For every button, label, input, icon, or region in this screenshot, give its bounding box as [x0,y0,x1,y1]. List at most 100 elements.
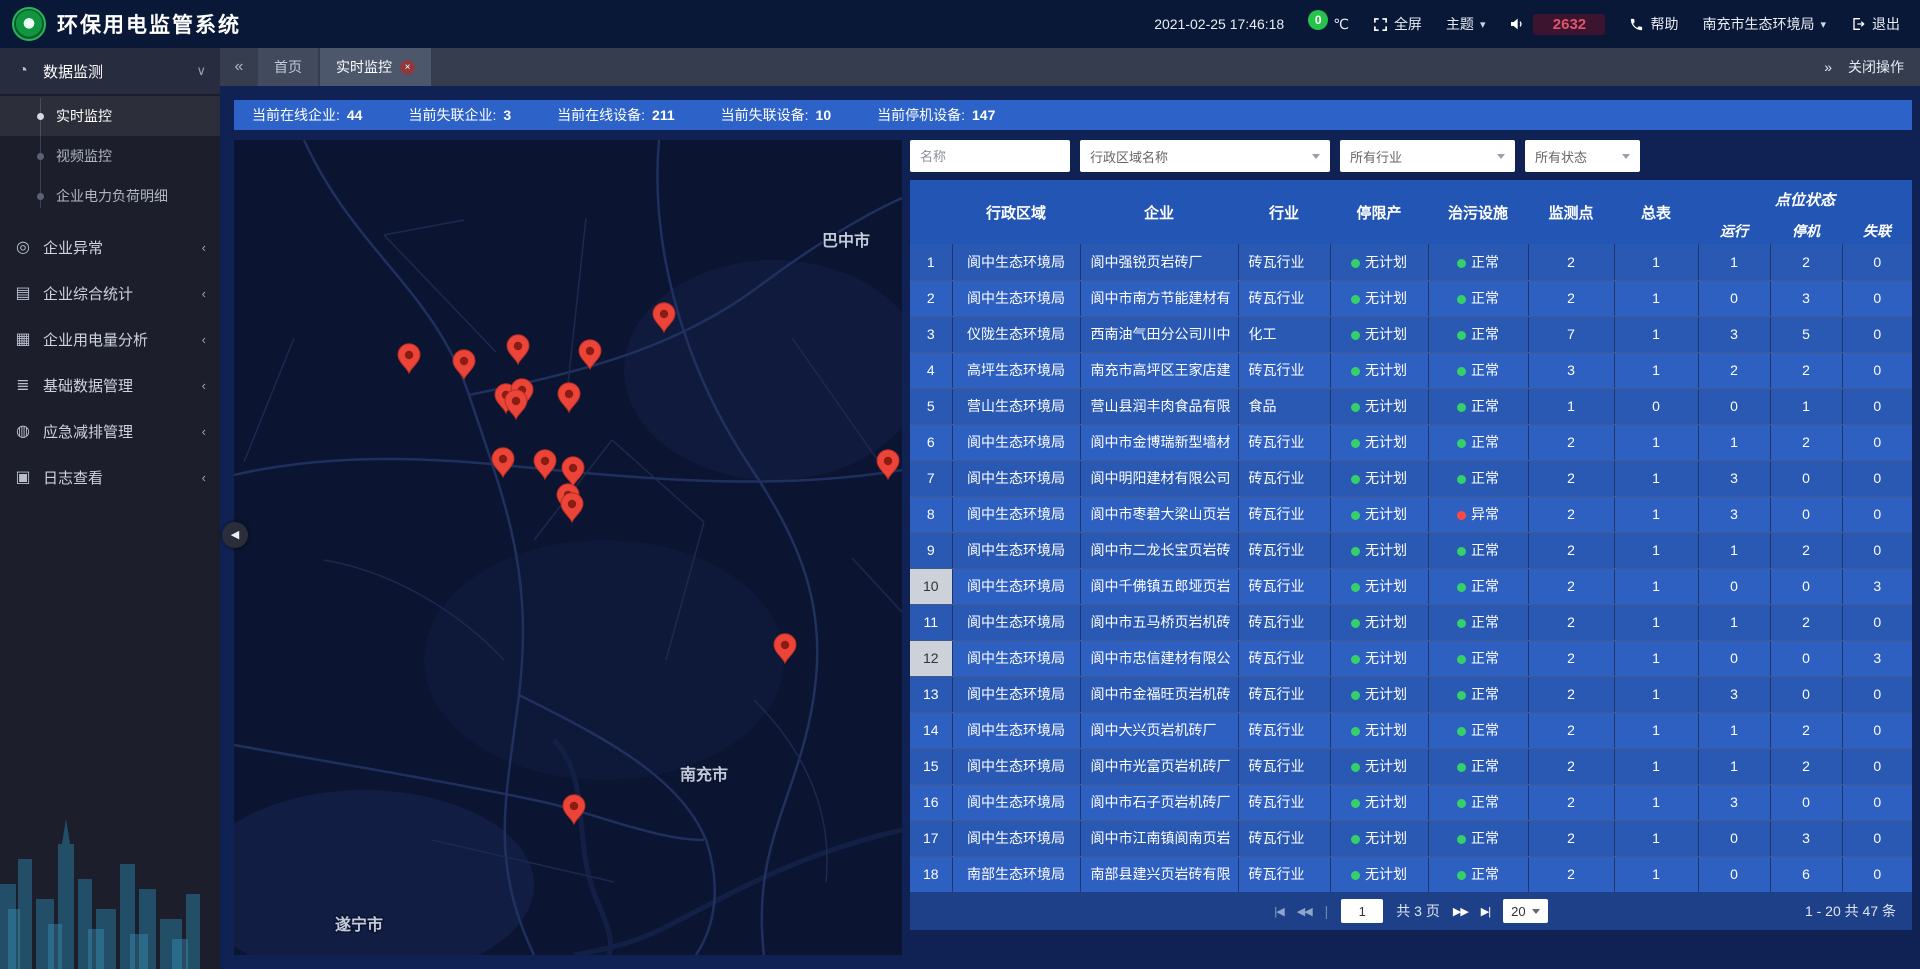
chevron-left-icon: ‹ [202,470,206,485]
cell-industry: 砖瓦行业 [1238,748,1330,784]
table-row[interactable]: 9阆中生态环境局阆中市二龙长宝页岩砖砖瓦行业无计划正常21120 [910,532,1912,568]
cell-monitor-points: 2 [1528,424,1614,460]
table-row[interactable]: 18南部生态环境局南部县建兴页岩砖有限砖瓦行业无计划正常21060 [910,856,1912,892]
last-page-button[interactable]: ▶| [1481,905,1490,918]
table-row[interactable]: 11阆中生态环境局阆中市五马桥页岩机砖砖瓦行业无计划正常21120 [910,604,1912,640]
cell-company: 阆中市江南镇阆南页岩 [1080,820,1238,856]
first-page-button[interactable]: |◀ [1274,905,1283,918]
cell-stopped: 0 [1770,676,1842,712]
tabs: 首页实时监控× [258,48,431,86]
tab-realtime-monitoring[interactable]: 实时监控× [320,48,431,86]
sidebar-item-power-load-detail[interactable]: 企业电力负荷明细 [0,176,220,216]
col-company: 企业 [1080,180,1238,244]
table-row[interactable]: 5营山生态环境局营山县润丰肉食品有限食品无计划正常10010 [910,388,1912,424]
cell-total-meters: 1 [1614,280,1698,316]
top-header: 环保用电监管系统 2021-02-25 17:46:18 0 ℃ 全屏 主题 ▾… [0,0,1920,48]
table-row[interactable]: 12阆中生态环境局阆中市忠信建材有限公砖瓦行业无计划正常21003 [910,640,1912,676]
tabs-scroll-right-button[interactable]: » [1824,59,1832,75]
help-label: 帮助 [1650,14,1678,34]
cell-stopped: 0 [1770,496,1842,532]
theme-menu[interactable]: 主题 ▾ [1446,14,1486,34]
next-page-button[interactable]: ▶▶ [1453,905,1468,918]
table-row[interactable]: 7阆中生态环境局阆中明阳建材有限公司砖瓦行业无计划正常21300 [910,460,1912,496]
skyline-decoration [0,789,220,969]
page-number-input[interactable] [1341,899,1383,923]
status-filter-value: 所有状态 [1535,147,1587,166]
sidebar-group-log-view[interactable]: ▣日志查看‹ [0,454,220,500]
page-size-select[interactable]: 20 [1503,899,1547,923]
close-icon[interactable]: × [400,60,415,75]
region-filter-select[interactable]: 行政区域名称 [1080,140,1330,172]
table-row[interactable]: 13阆中生态环境局阆中市金福旺页岩机砖砖瓦行业无计划正常21300 [910,676,1912,712]
logout-button[interactable]: 退出 [1850,14,1900,34]
green-status-dot-icon [1351,547,1360,556]
map-city-label: 巴中市 [822,231,870,250]
table-row[interactable]: 17阆中生态环境局阆中市江南镇阆南页岩砖瓦行业无计划正常21030 [910,820,1912,856]
cell-industry: 砖瓦行业 [1238,676,1330,712]
brand: 环保用电监管系统 [12,7,241,41]
alarm-indicator[interactable]: 2632 [1509,14,1605,35]
cell-stop-status: 无计划 [1330,280,1428,316]
sidebar-group-electricity-analysis[interactable]: ▦企业用电量分析‹ [0,316,220,362]
cell-offline: 0 [1842,496,1912,532]
stat-item: 当前在线设备:211 [557,105,674,125]
cell-monitor-points: 2 [1528,712,1614,748]
cell-total-meters: 1 [1614,748,1698,784]
org-menu[interactable]: 南充市生态环境局 ▾ [1702,14,1826,34]
cell-running: 3 [1698,784,1770,820]
cell-company: 阆中市金福旺页岩机砖 [1080,676,1238,712]
sidebar-group-basic-data[interactable]: ≣基础数据管理‹ [0,362,220,408]
cell-total-meters: 1 [1614,604,1698,640]
green-status-dot-icon [1457,799,1466,808]
cell-company: 阆中明阳建材有限公司 [1080,460,1238,496]
sidebar-group-enterprise-abnormal[interactable]: ◎企业异常‹ [0,224,220,270]
fullscreen-button[interactable]: 全屏 [1373,14,1422,34]
map-panel[interactable]: 巴中市南充市遂宁市 ◀ [234,140,902,955]
table-row[interactable]: 15阆中生态环境局阆中市光富页岩机砖厂砖瓦行业无计划正常21120 [910,748,1912,784]
cell-industry: 砖瓦行业 [1238,532,1330,568]
cell-facility-status: 正常 [1428,748,1528,784]
cell-offline: 0 [1842,712,1912,748]
green-status-dot-icon [1351,727,1360,736]
status-filter-select[interactable]: 所有状态 [1525,140,1640,172]
industry-filter-select[interactable]: 所有行业 [1340,140,1515,172]
name-filter-input[interactable] [910,140,1070,172]
sidebar-group-data-monitoring[interactable]: ◔数据监测∨ [0,48,220,94]
sidebar-group-label: 数据监测 [43,61,103,82]
sidebar-item-label: 视频监控 [56,146,112,166]
table-row[interactable]: 2阆中生态环境局阆中市南方节能建材有砖瓦行业无计划正常21030 [910,280,1912,316]
sidebar-group-enterprise-statistics[interactable]: ▤企业综合统计‹ [0,270,220,316]
sidebar-item-video-monitoring[interactable]: 视频监控 [0,136,220,176]
cell-facility-status: 正常 [1428,568,1528,604]
table-row[interactable]: 4高坪生态环境局南充市高坪区王家店建砖瓦行业无计划正常31220 [910,352,1912,388]
cell-facility-status: 正常 [1428,352,1528,388]
sidebar-item-realtime-monitoring[interactable]: 实时监控 [0,96,220,136]
green-status-dot-icon [1351,619,1360,628]
cell-running: 0 [1698,820,1770,856]
table-row[interactable]: 14阆中生态环境局阆中大兴页岩机砖厂砖瓦行业无计划正常21120 [910,712,1912,748]
close-operations-button[interactable]: 关闭操作 [1848,57,1904,77]
tab-home[interactable]: 首页 [258,48,318,86]
green-status-dot-icon [1351,439,1360,448]
table-row[interactable]: 10阆中生态环境局阆中千佛镇五郎垭页岩砖瓦行业无计划正常21003 [910,568,1912,604]
table-row[interactable]: 1阆中生态环境局阆中强锐页岩砖厂砖瓦行业无计划正常21120 [910,244,1912,280]
tabs-scroll-left-button[interactable]: « [220,48,258,86]
sidebar-menu: ◔数据监测∨实时监控视频监控企业电力负荷明细 ◎企业异常‹▤企业综合统计‹▦企业用… [0,48,220,500]
help-button[interactable]: 帮助 [1629,14,1678,34]
prev-page-button[interactable]: ◀◀ [1297,905,1312,918]
cell-company: 西南油气田分公司川中 [1080,316,1238,352]
map-canvas[interactable]: 巴中市南充市遂宁市 [234,140,902,955]
cell-running: 0 [1698,856,1770,892]
green-status-dot-icon [1457,619,1466,628]
cell-total-meters: 0 [1614,388,1698,424]
table-row[interactable]: 8阆中生态环境局阆中市枣碧大梁山页岩砖瓦行业无计划异常21300 [910,496,1912,532]
table-row[interactable]: 6阆中生态环境局阆中市金博瑞新型墙材砖瓦行业无计划正常21120 [910,424,1912,460]
table-row[interactable]: 16阆中生态环境局阆中市石子页岩机砖厂砖瓦行业无计划正常21300 [910,784,1912,820]
map-collapse-button[interactable]: ◀ [222,522,248,548]
green-status-dot-icon [1457,295,1466,304]
sidebar-group-emergency-reduction[interactable]: ◍应急减排管理‹ [0,408,220,454]
cell-stop-status: 无计划 [1330,568,1428,604]
industry-filter-value: 所有行业 [1350,147,1402,166]
table-row[interactable]: 3仪陇生态环境局西南油气田分公司川中化工无计划正常71350 [910,316,1912,352]
cell-offline: 0 [1842,784,1912,820]
